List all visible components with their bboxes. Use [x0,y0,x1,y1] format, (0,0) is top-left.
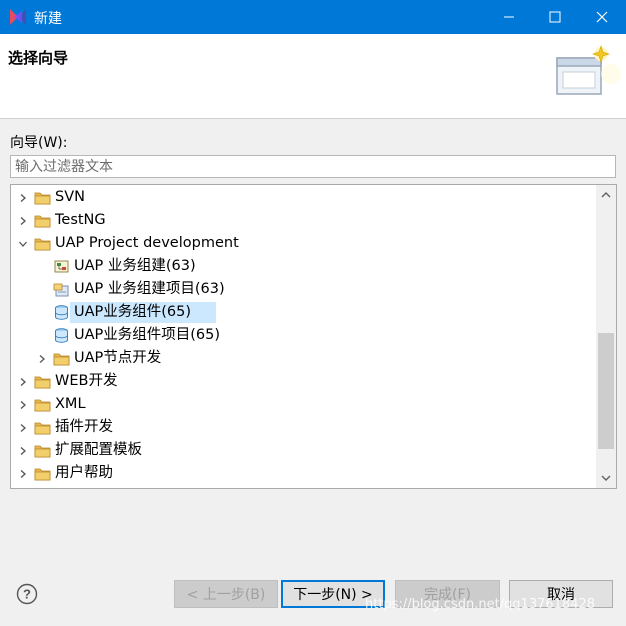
folder-icon [34,445,51,458]
help-icon[interactable]: ? [16,583,38,605]
watermark-text: https://blog.csdn.net/qq137618428 [365,597,596,612]
scrollbar-thumb[interactable] [598,333,614,449]
tree-expand-toggle[interactable] [36,347,48,370]
tree-item-label: UAP节点开发 [74,350,162,366]
tree-item[interactable]: UAP业务组件(65) [11,301,595,324]
wizard-tree[interactable]: SVN TestNG UAP Project development UAP 业务组建… [10,184,617,489]
tree-expand-toggle[interactable] [17,370,29,393]
wizard-header: 选择向导 [0,34,626,119]
title-bar: 新建 [0,0,626,34]
database-icon [55,328,68,343]
chevron-right-icon [20,446,26,455]
folder-icon [34,215,51,228]
new-wizard-banner-icon [556,45,621,95]
tree-item[interactable]: 插件开发 [11,416,595,439]
chevron-right-icon [20,423,26,432]
tree-item-label: 扩展配置模板 [55,442,142,458]
tree-item[interactable]: TestNG [11,209,595,232]
minimize-icon [504,16,514,18]
tree-item-label: UAP业务组件(65) [74,304,192,320]
tree-expand-toggle[interactable] [17,393,29,416]
tree-item[interactable]: 用户帮助 [11,462,595,485]
tree-item-label: UAP 业务组建(63) [74,258,196,274]
tree-item[interactable]: XML [11,393,595,416]
tree-expand-toggle[interactable] [17,439,29,462]
tree-item[interactable]: UAP Project development [11,232,595,255]
folder-icon [34,468,51,481]
folder-icon [34,399,51,412]
tree-item[interactable]: UAP 业务组建(63) [11,255,595,278]
filter-input[interactable] [10,155,616,178]
tree-item-label: UAP 业务组建项目(63) [74,281,225,297]
tree-item-label: UAP Project development [55,235,239,251]
page-title: 选择向导 [8,49,69,67]
chevron-right-icon [20,400,26,409]
folder-icon [34,238,51,251]
tree-item-label: TestNG [55,212,106,228]
window-title: 新建 [34,11,62,27]
close-button[interactable] [579,0,625,34]
close-icon [596,11,608,23]
tree-expand-toggle[interactable] [17,186,29,209]
database-icon [55,305,68,320]
vertical-scrollbar[interactable] [596,185,616,488]
maximize-button[interactable] [532,0,578,34]
tree-item[interactable]: UAP业务组件项目(65) [11,324,595,347]
tree-item-label: UAP业务组件项目(65) [74,327,221,343]
chevron-up-icon [601,192,611,198]
tree-item-label: 用户帮助 [55,465,113,481]
tree-item[interactable]: SVN [11,186,595,209]
component-icon [54,260,69,273]
tree-item[interactable]: UAP 业务组建项目(63) [11,278,595,301]
folder-icon [34,422,51,435]
scroll-up-button[interactable] [596,185,616,205]
folder-icon [34,192,51,205]
folder-icon [34,376,51,389]
wizard-list-label: 向导(W): [10,135,68,151]
minimize-button[interactable] [486,0,532,34]
chevron-right-icon [20,193,26,202]
chevron-right-icon [39,354,45,363]
chevron-right-icon [20,377,26,386]
chevron-right-icon [20,469,26,478]
tree-expand-toggle[interactable] [17,462,29,485]
scroll-down-button[interactable] [596,468,616,488]
chevron-down-icon [601,475,611,481]
tree-item[interactable]: 扩展配置模板 [11,439,595,462]
project-icon [53,283,69,297]
folder-icon [53,353,70,366]
tree-expand-toggle[interactable] [17,209,29,232]
tree-item-label: 插件开发 [55,419,113,435]
tree-item-label: SVN [55,189,85,205]
tree-collapse-toggle[interactable] [17,232,29,255]
svg-text:?: ? [23,587,31,602]
maximize-icon [549,11,561,23]
chevron-down-icon [19,241,27,247]
tree-expand-toggle[interactable] [17,416,29,439]
app-logo-icon [10,9,26,25]
tree-item-label: WEB开发 [55,373,118,389]
back-button[interactable]: < 上一步(B) [174,580,278,608]
tree-item-label: XML [55,396,86,412]
chevron-right-icon [20,216,26,225]
tree-item[interactable]: UAP节点开发 [11,347,595,370]
tree-item[interactable]: WEB开发 [11,370,595,393]
